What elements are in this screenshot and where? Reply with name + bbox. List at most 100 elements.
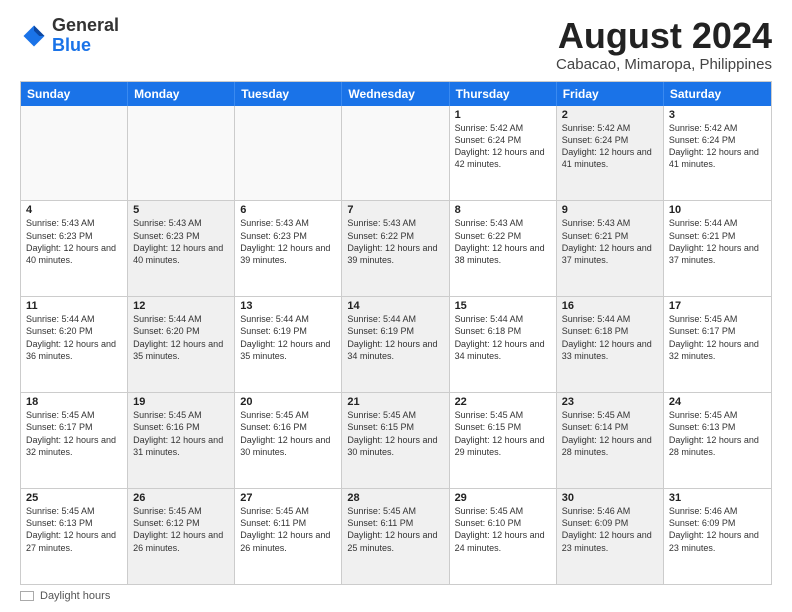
day-number: 29 <box>455 492 551 504</box>
day-number: 18 <box>26 396 122 408</box>
cell-info: Sunrise: 5:44 AM Sunset: 6:20 PM Dayligh… <box>26 313 122 362</box>
cell-info: Sunrise: 5:45 AM Sunset: 6:15 PM Dayligh… <box>347 409 443 458</box>
cell-info: Sunrise: 5:42 AM Sunset: 6:24 PM Dayligh… <box>562 122 658 171</box>
cell-info: Sunrise: 5:45 AM Sunset: 6:12 PM Dayligh… <box>133 505 229 554</box>
main-title: August 2024 <box>556 16 772 56</box>
cal-cell-31: 31Sunrise: 5:46 AM Sunset: 6:09 PM Dayli… <box>664 489 771 584</box>
cell-info: Sunrise: 5:44 AM Sunset: 6:20 PM Dayligh… <box>133 313 229 362</box>
day-number: 22 <box>455 396 551 408</box>
cal-cell-16: 16Sunrise: 5:44 AM Sunset: 6:18 PM Dayli… <box>557 297 664 392</box>
cell-info: Sunrise: 5:43 AM Sunset: 6:21 PM Dayligh… <box>562 217 658 266</box>
cal-header-cell-wednesday: Wednesday <box>342 82 449 106</box>
day-number: 2 <box>562 109 658 121</box>
cell-info: Sunrise: 5:45 AM Sunset: 6:17 PM Dayligh… <box>26 409 122 458</box>
cal-cell-empty-1 <box>128 106 235 201</box>
cal-cell-18: 18Sunrise: 5:45 AM Sunset: 6:17 PM Dayli… <box>21 393 128 488</box>
day-number: 6 <box>240 204 336 216</box>
cal-cell-11: 11Sunrise: 5:44 AM Sunset: 6:20 PM Dayli… <box>21 297 128 392</box>
day-number: 26 <box>133 492 229 504</box>
legend-box <box>20 591 34 601</box>
day-number: 30 <box>562 492 658 504</box>
cal-cell-20: 20Sunrise: 5:45 AM Sunset: 6:16 PM Dayli… <box>235 393 342 488</box>
cal-cell-19: 19Sunrise: 5:45 AM Sunset: 6:16 PM Dayli… <box>128 393 235 488</box>
cal-week-3: 11Sunrise: 5:44 AM Sunset: 6:20 PM Dayli… <box>21 297 771 393</box>
cell-info: Sunrise: 5:45 AM Sunset: 6:15 PM Dayligh… <box>455 409 551 458</box>
cal-header-cell-thursday: Thursday <box>450 82 557 106</box>
day-number: 10 <box>669 204 766 216</box>
logo-blue-text: Blue <box>52 35 91 55</box>
cal-cell-5: 5Sunrise: 5:43 AM Sunset: 6:23 PM Daylig… <box>128 201 235 296</box>
cell-info: Sunrise: 5:44 AM Sunset: 6:21 PM Dayligh… <box>669 217 766 266</box>
calendar-header: SundayMondayTuesdayWednesdayThursdayFrid… <box>21 82 771 106</box>
cal-cell-24: 24Sunrise: 5:45 AM Sunset: 6:13 PM Dayli… <box>664 393 771 488</box>
cal-cell-2: 2Sunrise: 5:42 AM Sunset: 6:24 PM Daylig… <box>557 106 664 201</box>
cal-cell-25: 25Sunrise: 5:45 AM Sunset: 6:13 PM Dayli… <box>21 489 128 584</box>
cell-info: Sunrise: 5:45 AM Sunset: 6:17 PM Dayligh… <box>669 313 766 362</box>
cal-header-cell-sunday: Sunday <box>21 82 128 106</box>
cal-cell-9: 9Sunrise: 5:43 AM Sunset: 6:21 PM Daylig… <box>557 201 664 296</box>
cal-cell-7: 7Sunrise: 5:43 AM Sunset: 6:22 PM Daylig… <box>342 201 449 296</box>
day-number: 7 <box>347 204 443 216</box>
footer: Daylight hours <box>20 585 772 602</box>
cell-info: Sunrise: 5:44 AM Sunset: 6:19 PM Dayligh… <box>347 313 443 362</box>
cal-cell-4: 4Sunrise: 5:43 AM Sunset: 6:23 PM Daylig… <box>21 201 128 296</box>
cal-cell-28: 28Sunrise: 5:45 AM Sunset: 6:11 PM Dayli… <box>342 489 449 584</box>
day-number: 3 <box>669 109 766 121</box>
day-number: 12 <box>133 300 229 312</box>
cell-info: Sunrise: 5:43 AM Sunset: 6:23 PM Dayligh… <box>240 217 336 266</box>
day-number: 20 <box>240 396 336 408</box>
cal-week-4: 18Sunrise: 5:45 AM Sunset: 6:17 PM Dayli… <box>21 393 771 489</box>
cell-info: Sunrise: 5:45 AM Sunset: 6:14 PM Dayligh… <box>562 409 658 458</box>
cell-info: Sunrise: 5:46 AM Sunset: 6:09 PM Dayligh… <box>562 505 658 554</box>
cell-info: Sunrise: 5:45 AM Sunset: 6:13 PM Dayligh… <box>26 505 122 554</box>
day-number: 23 <box>562 396 658 408</box>
cal-week-1: 1Sunrise: 5:42 AM Sunset: 6:24 PM Daylig… <box>21 106 771 202</box>
cell-info: Sunrise: 5:44 AM Sunset: 6:18 PM Dayligh… <box>455 313 551 362</box>
day-number: 11 <box>26 300 122 312</box>
calendar: SundayMondayTuesdayWednesdayThursdayFrid… <box>20 81 772 585</box>
day-number: 1 <box>455 109 551 121</box>
day-number: 21 <box>347 396 443 408</box>
cal-cell-15: 15Sunrise: 5:44 AM Sunset: 6:18 PM Dayli… <box>450 297 557 392</box>
cal-cell-3: 3Sunrise: 5:42 AM Sunset: 6:24 PM Daylig… <box>664 106 771 201</box>
cal-cell-17: 17Sunrise: 5:45 AM Sunset: 6:17 PM Dayli… <box>664 297 771 392</box>
logo-icon <box>20 22 48 50</box>
cal-cell-empty-3 <box>342 106 449 201</box>
day-number: 4 <box>26 204 122 216</box>
legend-label: Daylight hours <box>40 590 110 602</box>
cell-info: Sunrise: 5:43 AM Sunset: 6:22 PM Dayligh… <box>347 217 443 266</box>
day-number: 9 <box>562 204 658 216</box>
cal-cell-22: 22Sunrise: 5:45 AM Sunset: 6:15 PM Dayli… <box>450 393 557 488</box>
cal-cell-29: 29Sunrise: 5:45 AM Sunset: 6:10 PM Dayli… <box>450 489 557 584</box>
header: General Blue August 2024 Cabacao, Mimaro… <box>20 16 772 73</box>
cal-cell-12: 12Sunrise: 5:44 AM Sunset: 6:20 PM Dayli… <box>128 297 235 392</box>
cell-info: Sunrise: 5:45 AM Sunset: 6:11 PM Dayligh… <box>347 505 443 554</box>
title-block: August 2024 Cabacao, Mimaropa, Philippin… <box>556 16 772 73</box>
cal-header-cell-friday: Friday <box>557 82 664 106</box>
cal-cell-21: 21Sunrise: 5:45 AM Sunset: 6:15 PM Dayli… <box>342 393 449 488</box>
cell-info: Sunrise: 5:45 AM Sunset: 6:16 PM Dayligh… <box>240 409 336 458</box>
day-number: 24 <box>669 396 766 408</box>
cell-info: Sunrise: 5:45 AM Sunset: 6:10 PM Dayligh… <box>455 505 551 554</box>
cal-week-5: 25Sunrise: 5:45 AM Sunset: 6:13 PM Dayli… <box>21 489 771 584</box>
cell-info: Sunrise: 5:44 AM Sunset: 6:19 PM Dayligh… <box>240 313 336 362</box>
logo: General Blue <box>20 16 119 56</box>
calendar-body: 1Sunrise: 5:42 AM Sunset: 6:24 PM Daylig… <box>21 106 771 584</box>
cell-info: Sunrise: 5:45 AM Sunset: 6:11 PM Dayligh… <box>240 505 336 554</box>
cell-info: Sunrise: 5:43 AM Sunset: 6:23 PM Dayligh… <box>26 217 122 266</box>
cell-info: Sunrise: 5:45 AM Sunset: 6:13 PM Dayligh… <box>669 409 766 458</box>
cal-cell-1: 1Sunrise: 5:42 AM Sunset: 6:24 PM Daylig… <box>450 106 557 201</box>
day-number: 25 <box>26 492 122 504</box>
cal-cell-8: 8Sunrise: 5:43 AM Sunset: 6:22 PM Daylig… <box>450 201 557 296</box>
cell-info: Sunrise: 5:44 AM Sunset: 6:18 PM Dayligh… <box>562 313 658 362</box>
cell-info: Sunrise: 5:42 AM Sunset: 6:24 PM Dayligh… <box>455 122 551 171</box>
cal-header-cell-monday: Monday <box>128 82 235 106</box>
day-number: 16 <box>562 300 658 312</box>
subtitle: Cabacao, Mimaropa, Philippines <box>556 56 772 73</box>
day-number: 27 <box>240 492 336 504</box>
day-number: 15 <box>455 300 551 312</box>
cal-cell-empty-2 <box>235 106 342 201</box>
day-number: 31 <box>669 492 766 504</box>
page: General Blue August 2024 Cabacao, Mimaro… <box>0 0 792 612</box>
day-number: 17 <box>669 300 766 312</box>
